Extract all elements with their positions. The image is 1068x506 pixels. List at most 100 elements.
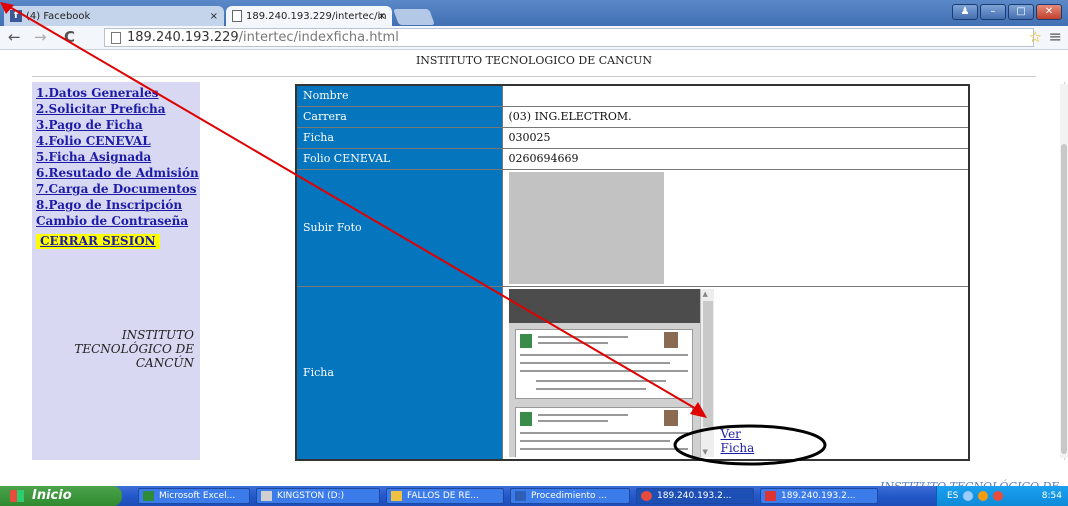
pdf-icon: [765, 491, 776, 501]
antivirus-icon[interactable]: [993, 490, 1004, 501]
new-tab-button[interactable]: [393, 9, 435, 25]
page-scrollbar[interactable]: [1060, 84, 1068, 458]
page-title: INSTITUTO TECNOLOGICO DE CANCUN: [415, 54, 653, 67]
taskbar-item-kingston[interactable]: KINGSTON (D:): [256, 488, 380, 504]
language-indicator[interactable]: ES: [947, 491, 958, 501]
task-label: Microsoft Excel...: [159, 491, 236, 501]
student-photo: [663, 409, 678, 426]
scrollbar-thumb[interactable]: [1061, 144, 1067, 454]
sidebar-item-datos-generales[interactable]: 1.Datos Generales: [36, 86, 200, 101]
address-host: 189.240.193.229: [127, 30, 239, 45]
value-folio-ceneval: 0260694669: [501, 147, 970, 170]
facebook-icon: f: [10, 10, 22, 22]
address-bar[interactable]: 189.240.193.229/intertec/indexficha.html: [104, 28, 1034, 47]
sidebar-item-pago-inscripcion[interactable]: 8.Pago de Inscripción: [36, 198, 200, 213]
sidebar: 1.Datos Generales 2.Solicitar Preficha 3…: [32, 82, 200, 460]
tab-title: 189.240.193.229/intertec/in: [246, 11, 387, 22]
forward-button[interactable]: →: [34, 28, 47, 46]
reload-button[interactable]: C: [64, 28, 75, 46]
table-row: Subir Foto: [295, 168, 970, 287]
label-ficha-document: Ficha: [295, 285, 503, 460]
task-label: KINGSTON (D:): [277, 491, 345, 501]
browser-toolbar: ← → C 189.240.193.229/intertec/indexfich…: [0, 26, 1068, 50]
task-label: FALLOS DE RE...: [407, 491, 479, 501]
tab-facebook[interactable]: f (4) Facebook ×: [4, 6, 224, 28]
taskbar-item-folder[interactable]: FALLOS DE RE...: [386, 488, 504, 504]
sidebar-item-resultado-admision[interactable]: 6.Resutado de Admisión: [36, 166, 200, 181]
value-nombre: [501, 84, 970, 107]
table-row: Folio CENEVAL 0260694669: [295, 147, 970, 170]
ver-ficha-link[interactable]: Ver Ficha: [721, 427, 755, 455]
value-carrera: (03) ING.ELECTROM.: [501, 105, 970, 128]
sidebar-item-solicitar-preficha[interactable]: 2.Solicitar Preficha: [36, 102, 200, 117]
taskbar-item-excel[interactable]: Microsoft Excel...: [138, 488, 250, 504]
folder-icon: [391, 491, 402, 501]
photo-placeholder[interactable]: [508, 171, 664, 284]
task-label: 189.240.193.2...: [657, 491, 732, 501]
sidebar-item-pago-ficha[interactable]: 3.Pago de Ficha: [36, 118, 200, 133]
windows-taskbar: Inicio Microsoft Excel... KINGSTON (D:) …: [0, 486, 1068, 506]
chrome-icon: [641, 491, 652, 501]
pdf-embed[interactable]: ▲ ▼ Ver Ficha: [508, 288, 754, 457]
tab-ficha[interactable]: 189.240.193.229/intertec/in ×: [226, 6, 392, 28]
school-logo-icon: [519, 411, 532, 426]
pdf-page-thumbnail: [514, 328, 693, 399]
menu-icon[interactable]: ≡: [1049, 27, 1062, 46]
value-ficha: 030025: [501, 126, 970, 149]
sidebar-item-carga-documentos[interactable]: 7.Carga de Documentos: [36, 182, 200, 197]
system-tray: ES 8:54: [936, 486, 1068, 506]
pdf-toolbar: [508, 288, 700, 323]
table-row: Nombre: [295, 84, 970, 107]
scroll-down-icon[interactable]: ▼: [703, 448, 708, 456]
task-label: 189.240.193.2...: [781, 491, 856, 501]
maximize-button[interactable]: □: [1008, 4, 1034, 20]
student-photo: [663, 331, 678, 348]
pdf-scroll-thumb[interactable]: [702, 300, 713, 427]
tray-app-icon[interactable]: [978, 490, 989, 501]
ficha-document-cell: ▲ ▼ Ver Ficha: [501, 285, 970, 460]
school-logo-icon: [519, 333, 532, 348]
start-label: Inicio: [32, 488, 72, 503]
bookmark-star-icon[interactable]: ☆: [1029, 28, 1042, 46]
logout-link[interactable]: CERRAR SESION: [36, 234, 160, 249]
label-carrera: Carrera: [295, 105, 503, 128]
user-icon[interactable]: ♟: [952, 4, 978, 20]
table-row: Carrera (03) ING.ELECTROM.: [295, 105, 970, 128]
windows-logo-icon: [10, 490, 24, 502]
taskbar-item-pdf[interactable]: 189.240.193.2...: [760, 488, 878, 504]
back-button[interactable]: ←: [8, 28, 21, 46]
label-ficha: Ficha: [295, 126, 503, 149]
header-divider: [32, 76, 1036, 77]
sidebar-item-cambio-contrasena[interactable]: Cambio de Contraseña: [36, 214, 200, 229]
pdf-viewer[interactable]: [508, 288, 700, 457]
word-icon: [515, 491, 526, 501]
excel-icon: [143, 491, 154, 501]
taskbar-item-word[interactable]: Procedimiento ...: [510, 488, 630, 504]
table-row: Ficha 030025: [295, 126, 970, 149]
scroll-up-icon[interactable]: ▲: [703, 290, 708, 298]
sidebar-institute-name: INSTITUTO TECNOLÓGICO DE CANCÚN: [74, 328, 194, 370]
tab-close-icon[interactable]: ×: [210, 6, 218, 28]
label-subir-foto: Subir Foto: [295, 168, 503, 287]
page-icon: [232, 10, 242, 22]
taskbar-item-chrome[interactable]: 189.240.193.2...: [636, 488, 754, 504]
browser-window: f (4) Facebook × 189.240.193.229/intertec…: [0, 0, 1068, 50]
window-controls: ♟ – □ ✕: [952, 4, 1062, 20]
start-button[interactable]: Inicio: [0, 486, 122, 506]
address-path: /intertec/indexficha.html: [238, 30, 399, 45]
clock: 8:54: [1041, 491, 1062, 501]
pdf-scrollbar[interactable]: ▲ ▼: [699, 288, 714, 457]
pdf-page-thumbnail: [514, 406, 693, 457]
page-icon: [111, 32, 121, 44]
minimize-button[interactable]: –: [980, 4, 1006, 20]
network-icon[interactable]: [963, 490, 974, 501]
sidebar-item-ficha-asignada[interactable]: 5.Ficha Asignada: [36, 150, 200, 165]
label-nombre: Nombre: [295, 84, 503, 107]
photo-cell: [501, 168, 970, 287]
close-button[interactable]: ✕: [1036, 4, 1062, 20]
ficha-table: Nombre Carrera (03) ING.ELECTROM. Ficha …: [295, 84, 970, 461]
sidebar-item-folio-ceneval[interactable]: 4.Folio CENEVAL: [36, 134, 200, 149]
label-folio-ceneval: Folio CENEVAL: [295, 147, 503, 170]
table-row: Ficha ▲ ▼ Ver Ficha: [295, 285, 970, 460]
tab-close-icon[interactable]: ×: [378, 6, 386, 28]
